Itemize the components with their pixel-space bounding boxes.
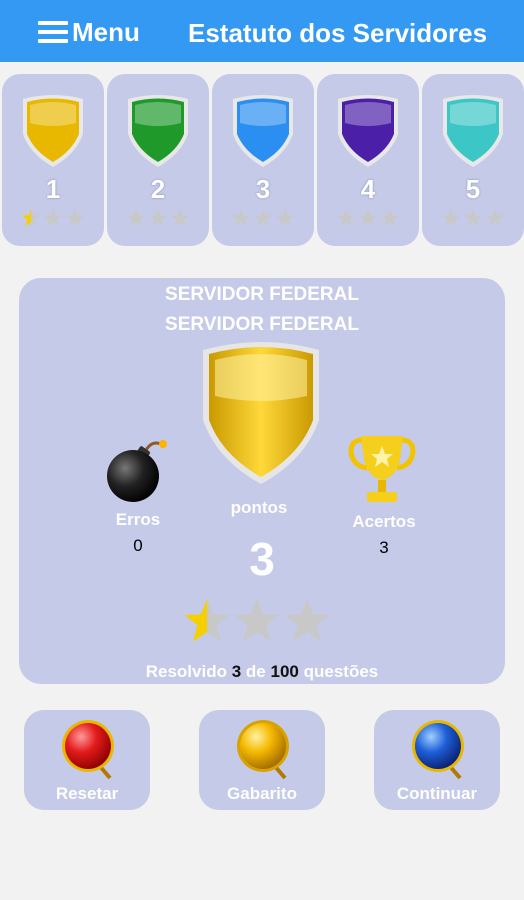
score-panel: SERVIDOR FEDERAL SERVIDOR FEDERAL Erros … — [19, 278, 505, 684]
level-card-5[interactable]: 5 — [422, 74, 524, 246]
star-icon — [66, 209, 84, 227]
star-icon — [486, 209, 504, 227]
answers-button[interactable]: Gabarito — [199, 710, 325, 810]
shield-icon — [128, 95, 188, 167]
shield-icon — [443, 95, 503, 167]
resolved-of: de — [245, 662, 266, 681]
continue-button[interactable]: Continuar — [374, 710, 500, 810]
hamburger-icon — [38, 21, 68, 43]
menu-button[interactable]: Menu — [38, 16, 140, 48]
star-icon — [276, 209, 294, 227]
level-number: 5 — [465, 174, 481, 204]
red-pin-icon — [62, 720, 114, 780]
answers-label: Gabarito — [227, 784, 297, 803]
level-card-3[interactable]: 3 — [212, 74, 314, 246]
yellow-pin-icon — [237, 720, 289, 780]
star-icon — [149, 209, 167, 227]
level-stars — [317, 208, 419, 233]
page-title: Estatuto dos Servidores — [188, 18, 488, 48]
panel-subtitle: SERVIDOR FEDERAL — [165, 314, 359, 335]
star-icon — [22, 209, 40, 227]
star-icon — [171, 209, 189, 227]
trophy-icon — [348, 436, 416, 502]
blue-pin-icon — [412, 720, 464, 780]
star-icon — [127, 209, 145, 227]
errors-label: Erros — [115, 510, 161, 529]
shield-icon — [23, 95, 83, 167]
level-stars — [107, 208, 209, 233]
level-number: 3 — [255, 174, 271, 204]
resolved-count: 3 — [231, 662, 242, 681]
reset-label: Resetar — [55, 784, 119, 803]
level-stars — [212, 208, 314, 233]
level-stars — [422, 208, 524, 233]
hits-label: Acertos — [352, 512, 416, 531]
level-shield-icon — [203, 342, 319, 484]
resolved-prefix: Resolvido — [145, 662, 227, 681]
points-label: pontos — [230, 498, 288, 517]
shield-icon — [338, 95, 398, 167]
panel-title: SERVIDOR FEDERAL — [165, 284, 359, 305]
continue-label: Continuar — [396, 784, 478, 803]
level-card-2[interactable]: 2 — [107, 74, 209, 246]
level-stars — [2, 208, 104, 233]
star-icon — [232, 209, 250, 227]
menu-label: Menu — [72, 16, 140, 47]
star-icon — [381, 209, 399, 227]
star-icon — [254, 209, 272, 227]
star-icon — [234, 598, 280, 642]
reset-button[interactable]: Resetar — [24, 710, 150, 810]
level-card-4[interactable]: 4 — [317, 74, 419, 246]
level-number: 4 — [360, 174, 376, 204]
level-selector: 1 2 3 4 5 — [0, 74, 524, 246]
star-icon — [44, 209, 62, 227]
star-icon — [284, 598, 330, 642]
level-number: 2 — [150, 174, 166, 204]
level-number: 1 — [45, 174, 61, 204]
star-icon — [442, 209, 460, 227]
resolved-total: 100 — [270, 662, 299, 681]
score-stars — [182, 596, 332, 651]
level-card-1[interactable]: 1 — [2, 74, 104, 246]
points-value: 3 — [249, 533, 275, 585]
star-icon — [337, 209, 355, 227]
app-header: Menu Estatuto dos Servidores — [0, 0, 524, 62]
resolved-suffix: questões — [303, 662, 379, 681]
shield-icon — [233, 95, 293, 167]
star-icon — [359, 209, 377, 227]
star-icon — [184, 598, 230, 642]
star-icon — [464, 209, 482, 227]
bomb-icon — [107, 440, 167, 502]
resolved-summary: Resolvido 3 de 100 questões — [19, 662, 505, 682]
